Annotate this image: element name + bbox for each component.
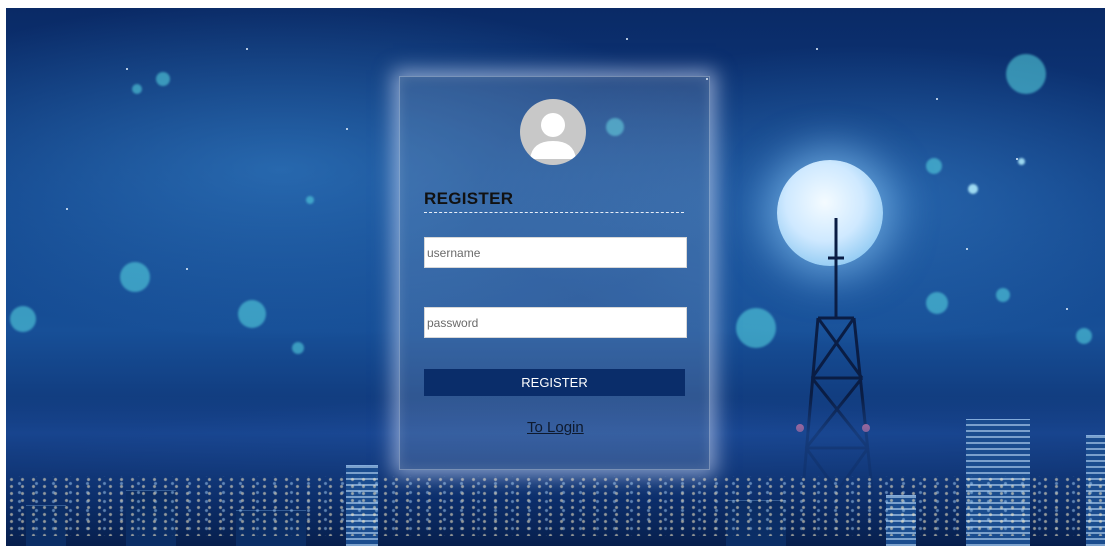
bokeh [1076,328,1092,344]
star [626,38,628,40]
register-card: REGISTER REGISTER To Login [399,76,710,470]
bokeh [996,288,1010,302]
star [1066,308,1068,310]
bokeh [306,196,314,204]
bokeh [238,300,266,328]
bokeh [120,262,150,292]
bokeh [1018,158,1025,165]
bokeh [1006,54,1046,94]
star [126,68,128,70]
bokeh [132,84,142,94]
bokeh [292,342,304,354]
star [66,208,68,210]
bokeh [156,72,170,86]
city-lights [6,476,1105,536]
user-avatar-icon [520,99,586,165]
star [816,48,818,50]
bokeh [10,306,36,332]
star [186,268,188,270]
username-input[interactable] [424,237,687,268]
star [346,128,348,130]
password-input[interactable] [424,307,687,338]
form-title: REGISTER [424,189,684,213]
star [246,48,248,50]
to-login-link[interactable]: To Login [527,419,584,436]
star [936,98,938,100]
register-button[interactable]: REGISTER [424,369,685,396]
bokeh [736,308,776,348]
star [966,248,968,250]
bokeh [926,292,948,314]
bokeh [968,184,978,194]
bokeh [926,158,942,174]
